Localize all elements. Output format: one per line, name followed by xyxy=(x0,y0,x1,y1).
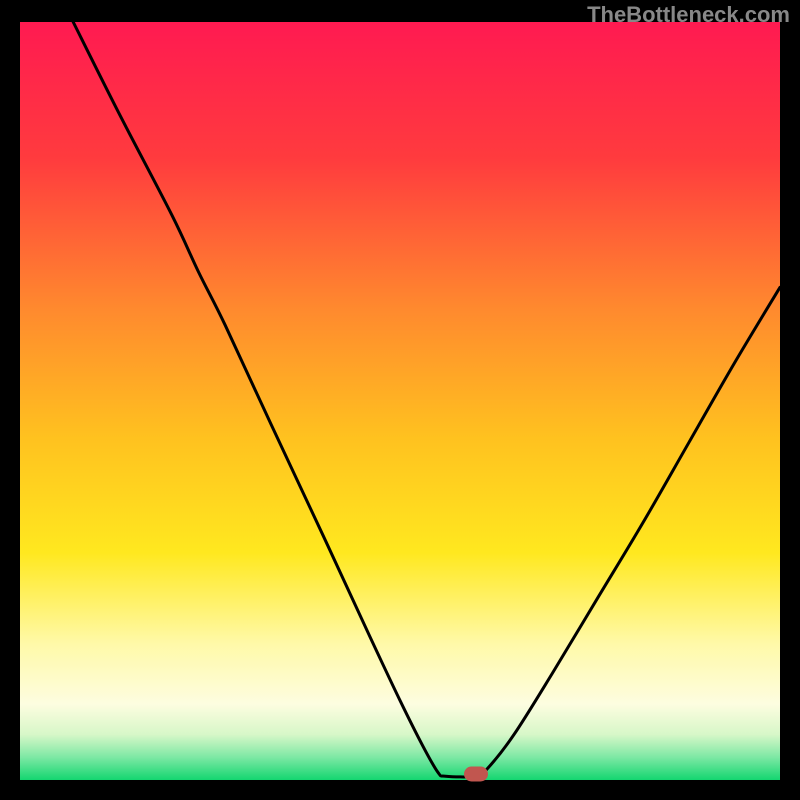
chart-frame: TheBottleneck.com xyxy=(0,0,800,800)
plot-area xyxy=(20,22,780,780)
watermark-text: TheBottleneck.com xyxy=(587,2,790,28)
gradient-background xyxy=(20,22,780,780)
chart-svg xyxy=(20,22,780,780)
optimal-marker xyxy=(464,766,488,781)
